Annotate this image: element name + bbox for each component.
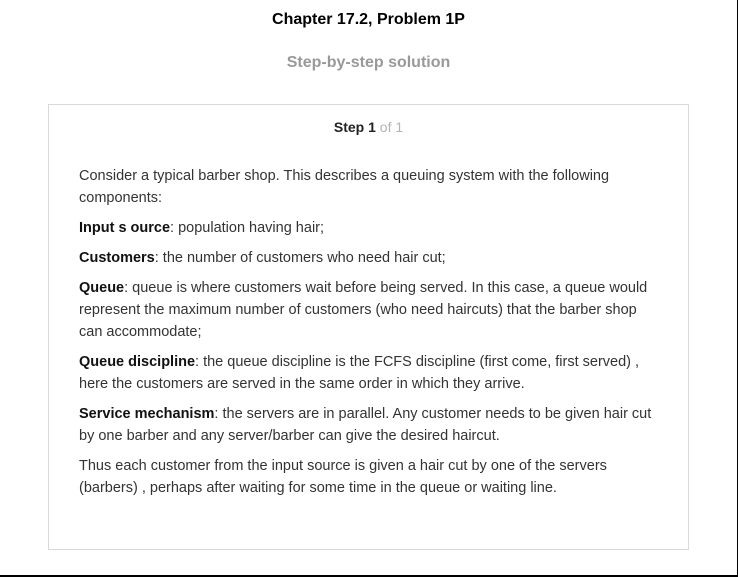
component-term: Customers xyxy=(79,250,155,266)
conclusion-paragraph: Thus each customer from the input source… xyxy=(79,458,607,496)
solution-subtitle: Step-by-step solution xyxy=(286,54,451,71)
intro-paragraph: Consider a typical barber shop. This des… xyxy=(79,168,610,206)
component-item: Queue: queue is where customers wait bef… xyxy=(79,277,664,343)
solution-card: Step 1 of 1 Consider a typical barber sh… xyxy=(48,104,689,550)
component-description: : the number of customers who need hair … xyxy=(154,250,446,266)
step-number: 1 xyxy=(368,119,376,135)
page: { "header": { "title": "Chapter 17.2, Pr… xyxy=(0,0,738,577)
component-item: Queue discipline: the queue discipline i… xyxy=(79,351,664,395)
component-term: Service mechanism xyxy=(79,406,215,422)
component-item: Customers: the number of customers who n… xyxy=(79,247,664,269)
component-description: : queue is where customers wait before b… xyxy=(79,280,648,340)
step-total: of 1 xyxy=(379,119,404,135)
component-term: Queue xyxy=(79,280,125,296)
component-item: Service mechanism: the servers are in pa… xyxy=(79,403,664,447)
component-item: Input s ource: population having hair; xyxy=(79,217,664,239)
step-content: Consider a typical barber shop. This des… xyxy=(79,165,664,507)
step-header: Step 1 of 1 xyxy=(49,119,688,135)
page-title: Chapter 17.2, Problem 1P xyxy=(272,11,465,28)
component-term: Input s ource xyxy=(79,220,171,236)
component-description: : population having hair; xyxy=(170,220,325,236)
component-term: Queue discipline xyxy=(79,354,196,370)
step-label: Step xyxy=(333,119,365,135)
